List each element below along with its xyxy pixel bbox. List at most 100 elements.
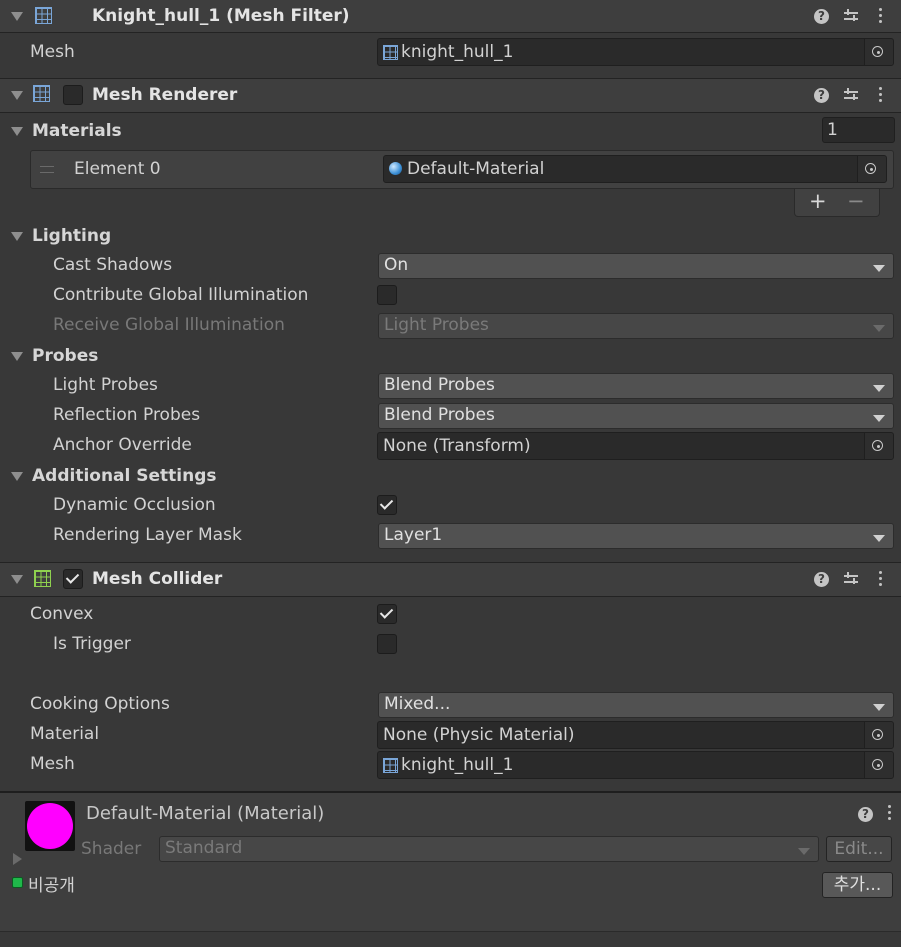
remove-element-button[interactable]: −: [847, 189, 865, 213]
receive-gi-label: Receive Global Illumination: [53, 315, 285, 335]
add-element-button[interactable]: +: [809, 189, 827, 213]
mesh-filter-header[interactable]: Knight_hull_1 (Mesh Filter) ?: [0, 0, 901, 33]
physic-material-field[interactable]: None (Physic Material): [377, 721, 894, 749]
collider-mesh-value: knight_hull_1: [401, 755, 514, 775]
add-button[interactable]: 추가...: [822, 872, 893, 898]
shader-dropdown: Standard: [159, 836, 819, 862]
object-picker-icon[interactable]: [864, 752, 893, 778]
foldout-arrow-icon[interactable]: [11, 575, 23, 584]
expand-arrow-icon[interactable]: [13, 853, 22, 865]
anchor-override-value: None (Transform): [383, 436, 531, 456]
collider-mesh-field[interactable]: knight_hull_1: [377, 751, 894, 779]
context-menu-icon[interactable]: [879, 87, 883, 105]
physic-material-value: None (Physic Material): [383, 725, 575, 745]
dynamic-occlusion-checkbox[interactable]: [377, 495, 397, 515]
context-menu-icon[interactable]: [888, 805, 892, 823]
private-label: 비공개: [28, 876, 75, 896]
reflection-probes-dropdown[interactable]: Blend Probes: [378, 403, 894, 429]
anchor-override-label: Anchor Override: [53, 435, 192, 455]
dynamic-occlusion-label: Dynamic Occlusion: [53, 495, 216, 515]
presets-icon[interactable]: [844, 88, 858, 102]
dropdown-arrow-icon: [873, 415, 885, 422]
material-object-field[interactable]: Default-Material: [383, 155, 887, 183]
dropdown-arrow-icon: [873, 385, 885, 392]
is-trigger-checkbox[interactable]: [377, 634, 397, 654]
presets-icon[interactable]: [844, 9, 858, 23]
enabled-checkbox[interactable]: [63, 569, 83, 589]
cooking-options-dropdown[interactable]: Mixed...: [378, 692, 894, 718]
foldout-arrow-icon[interactable]: [11, 352, 23, 361]
dropdown-arrow-icon: [798, 848, 810, 855]
mesh-renderer-header[interactable]: Mesh Renderer ?: [0, 78, 901, 113]
dropdown-value: Layer1: [384, 525, 443, 545]
lighting-label[interactable]: Lighting: [32, 226, 111, 246]
anchor-override-field[interactable]: None (Transform): [377, 432, 894, 460]
component-title: Mesh Collider: [92, 569, 223, 589]
mesh-renderer-icon: [33, 85, 50, 102]
materials-size-value: 1: [827, 120, 838, 140]
materials-label[interactable]: Materials: [32, 121, 122, 141]
object-picker-icon[interactable]: [864, 433, 893, 459]
dropdown-value: Blend Probes: [384, 405, 495, 425]
help-icon[interactable]: ?: [814, 9, 829, 24]
help-icon[interactable]: ?: [858, 807, 873, 822]
convex-checkbox[interactable]: [377, 604, 397, 624]
dropdown-value: On: [384, 255, 409, 275]
dropdown-arrow-icon: [873, 325, 885, 332]
dropdown-arrow-icon: [873, 265, 885, 272]
enabled-checkbox[interactable]: [63, 85, 83, 105]
mesh-collider-header[interactable]: Mesh Collider ?: [0, 562, 901, 597]
help-icon[interactable]: ?: [814, 88, 829, 103]
cooking-options-label: Cooking Options: [30, 694, 170, 714]
list-add-remove: + −: [794, 189, 880, 217]
help-icon[interactable]: ?: [814, 572, 829, 587]
materials-size-field[interactable]: 1: [822, 117, 895, 143]
foldout-arrow-icon[interactable]: [11, 91, 23, 100]
component-title: Knight_hull_1 (Mesh Filter): [92, 6, 350, 26]
material-swatch[interactable]: [25, 801, 75, 851]
context-menu-icon[interactable]: [879, 571, 883, 589]
collider-mesh-label: Mesh: [30, 754, 75, 774]
foldout-arrow-icon[interactable]: [11, 472, 23, 481]
context-menu-icon[interactable]: [879, 8, 883, 26]
mesh-object-field[interactable]: knight_hull_1: [377, 38, 894, 66]
rendering-layer-mask-dropdown[interactable]: Layer1: [378, 523, 894, 549]
foldout-arrow-icon[interactable]: [11, 127, 23, 136]
object-picker-icon[interactable]: [864, 722, 893, 748]
object-picker-icon[interactable]: [857, 156, 886, 182]
object-picker-icon[interactable]: [864, 39, 893, 65]
dropdown-arrow-icon: [873, 535, 885, 542]
light-probes-dropdown[interactable]: Blend Probes: [378, 373, 894, 399]
shader-label: Shader: [81, 839, 142, 859]
probes-label[interactable]: Probes: [32, 346, 98, 366]
cast-shadows-label: Cast Shadows: [53, 255, 173, 275]
reflection-probes-label: Reflection Probes: [53, 405, 201, 425]
dropdown-value: Standard: [165, 838, 243, 858]
dropdown-value: Light Probes: [384, 315, 489, 335]
rendering-layer-mask-label: Rendering Layer Mask: [53, 525, 242, 545]
foldout-arrow-icon[interactable]: [11, 232, 23, 241]
presets-icon[interactable]: [844, 572, 858, 586]
material-icon: [389, 162, 402, 175]
contribute-gi-label: Contribute Global Illumination: [53, 285, 309, 305]
mesh-icon: [383, 758, 398, 773]
private-checkbox-icon[interactable]: [12, 877, 23, 888]
mesh-label: Mesh: [30, 42, 75, 62]
cast-shadows-dropdown[interactable]: On: [378, 253, 894, 279]
dropdown-arrow-icon: [873, 704, 885, 711]
material-preview-panel: Default-Material (Material) ? Shader Sta…: [0, 791, 901, 933]
drag-handle-icon[interactable]: [40, 166, 54, 173]
mesh-collider-icon: [34, 570, 51, 587]
material-value: Default-Material: [407, 159, 545, 179]
light-probes-label: Light Probes: [53, 375, 158, 395]
bottom-divider: [0, 931, 901, 947]
dropdown-value: Mixed...: [384, 694, 451, 714]
dropdown-value: Blend Probes: [384, 375, 495, 395]
edit-shader-button[interactable]: Edit...: [826, 836, 892, 862]
additional-settings-label[interactable]: Additional Settings: [32, 466, 217, 486]
materials-list: Element 0 Default-Material: [30, 150, 894, 189]
contribute-gi-checkbox[interactable]: [377, 285, 397, 305]
convex-label: Convex: [30, 604, 94, 624]
mesh-filter-icon: [35, 7, 52, 24]
foldout-arrow-icon[interactable]: [11, 12, 23, 21]
